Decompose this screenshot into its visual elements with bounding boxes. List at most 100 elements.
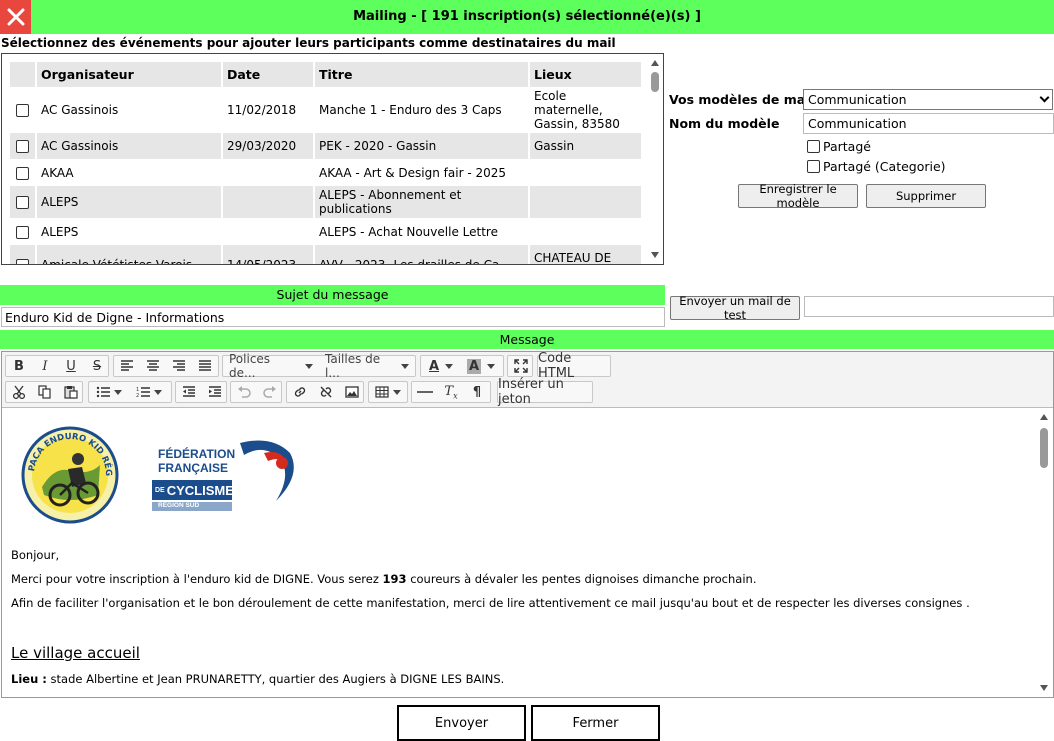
cell-titre: AVV - 2023- Les drailles de Ca... [314, 245, 530, 264]
editor-content[interactable]: PACA ENDURO KID RÉGION SUD FÉDÉRATION FR… [2, 408, 1053, 697]
test-email-input[interactable] [804, 296, 1054, 317]
scroll-up-arrow-icon[interactable] [1040, 414, 1048, 420]
header-checkbox-col [10, 62, 37, 87]
maximize-group [507, 355, 533, 377]
unlink-icon[interactable] [313, 382, 339, 402]
message-line-1: Merci pour votre inscription à l'enduro … [11, 572, 757, 586]
align-center-icon[interactable] [140, 356, 166, 376]
table-scrollbar[interactable] [649, 56, 661, 262]
italic-icon[interactable]: I [32, 356, 58, 376]
image-icon[interactable] [339, 382, 365, 402]
underline-icon[interactable]: U [58, 356, 84, 376]
editor-scrollbar[interactable] [1037, 410, 1051, 695]
background-color-button[interactable]: A [461, 356, 501, 376]
shared-category-checkbox-row[interactable]: Partagé (Categorie) [807, 159, 946, 174]
scroll-up-arrow-icon[interactable] [651, 60, 659, 66]
html-code-button[interactable]: Code HTML [538, 351, 610, 381]
ffc-logo-line2: FRANÇAISE [158, 461, 229, 475]
numbered-list-button[interactable]: 12 [129, 382, 169, 402]
close-button[interactable] [0, 0, 31, 34]
cell-date: 11/02/2018 [222, 87, 315, 133]
maximize-icon[interactable] [508, 356, 534, 376]
table-button[interactable] [369, 382, 407, 402]
shared-category-label: Partagé (Categorie) [823, 159, 946, 174]
align-right-icon[interactable] [166, 356, 192, 376]
caret-down-icon [401, 363, 409, 369]
row-checkbox[interactable] [16, 140, 29, 153]
ffc-logo-de: DE [155, 487, 165, 494]
shared-category-checkbox[interactable] [807, 160, 820, 173]
table-row[interactable]: AKAA AKAA - Art & Design fair - 2025 [10, 159, 643, 186]
cell-date: 14/05/2023 [222, 245, 315, 264]
scroll-thumb[interactable] [1040, 428, 1048, 468]
scroll-down-arrow-icon[interactable] [1040, 685, 1048, 691]
delete-model-button[interactable]: Supprimer [866, 184, 986, 208]
text-color-button[interactable]: A [421, 356, 461, 376]
cell-date [222, 186, 315, 218]
redo-icon[interactable] [257, 382, 283, 402]
insert-token-button[interactable]: Insérer un jeton [498, 377, 592, 407]
paragraph-icon[interactable]: ¶ [464, 382, 490, 402]
save-model-button[interactable]: Enregistrer le modèle [738, 182, 858, 210]
events-table-container[interactable]: Organisateur Date Titre Lieux AC Gassino… [1, 53, 664, 265]
indent-icon[interactable] [202, 382, 228, 402]
numbered-list-icon: 12 [136, 387, 150, 398]
table-row[interactable]: ALEPS ALEPS - Abonnement et publications [10, 186, 643, 218]
section-heading: Le village accueil [11, 644, 140, 662]
shared-checkbox[interactable] [807, 140, 820, 153]
undo-icon[interactable] [231, 382, 257, 402]
horizontal-rule-icon[interactable] [412, 382, 438, 402]
scroll-down-arrow-icon[interactable] [651, 252, 659, 258]
send-button[interactable]: Envoyer [397, 705, 526, 741]
models-label: Vos modèles de mails [669, 92, 822, 107]
bold-icon[interactable]: B [6, 356, 32, 376]
bullet-list-button[interactable] [89, 382, 129, 402]
svg-text:2: 2 [136, 393, 139, 398]
col-header-lieux[interactable]: Lieux [529, 62, 643, 87]
row-checkbox[interactable] [16, 104, 29, 117]
html-group: Code HTML [537, 351, 611, 381]
cell-titre: ALEPS - Abonnement et publications [314, 186, 530, 218]
shared-checkbox-row[interactable]: Partagé [807, 139, 871, 154]
history-group [230, 381, 282, 403]
cell-organisateur: AC Gassinois [36, 133, 223, 159]
row-checkbox[interactable] [16, 225, 29, 239]
subject-input[interactable] [1, 307, 665, 327]
cell-titre: Manche 1 - Enduro des 3 Caps [314, 87, 530, 133]
table-header-row: Organisateur Date Titre Lieux [10, 62, 643, 87]
table-row[interactable]: ALEPS ALEPS - Achat Nouvelle Lettre [10, 218, 643, 245]
clear-format-icon[interactable]: Tx [438, 382, 464, 402]
link-icon[interactable] [287, 382, 313, 402]
col-header-date[interactable]: Date [222, 62, 315, 87]
font-family-select[interactable]: Polices de... [223, 352, 319, 380]
cell-titre: AKAA - Art & Design fair - 2025 [314, 159, 530, 186]
model-name-input[interactable] [803, 113, 1054, 134]
send-test-mail-button[interactable]: Envoyer un mail de test [670, 294, 800, 322]
close-icon [7, 8, 24, 26]
table-row[interactable]: AC Gassinois 11/02/2018 Manche 1 - Endur… [10, 87, 643, 133]
strikethrough-icon[interactable]: S [84, 356, 110, 376]
runner-count: 193 [382, 572, 407, 586]
col-header-organisateur[interactable]: Organisateur [36, 62, 223, 87]
col-header-titre[interactable]: Titre [314, 62, 530, 87]
row-checkbox[interactable] [16, 259, 29, 264]
align-left-icon[interactable] [114, 356, 140, 376]
copy-icon[interactable] [32, 382, 58, 402]
scroll-thumb[interactable] [651, 72, 659, 92]
paste-icon[interactable] [58, 382, 84, 402]
clipboard-group [5, 381, 83, 403]
misc-group: Tx ¶ [411, 381, 491, 403]
row-checkbox[interactable] [16, 166, 29, 180]
outdent-icon[interactable] [176, 382, 202, 402]
ffc-logo: FÉDÉRATION FRANÇAISE DE CYCLISME RÉGION … [152, 435, 312, 515]
list-group: 12 [88, 381, 172, 403]
greeting-text: Bonjour, [11, 548, 60, 562]
model-select[interactable]: Communication [803, 89, 1053, 110]
row-checkbox[interactable] [16, 196, 29, 209]
close-dialog-button[interactable]: Fermer [531, 705, 660, 741]
table-row[interactable]: Amicale Vététistes Varois 14/05/2023 AVV… [10, 245, 643, 264]
cut-icon[interactable] [6, 382, 32, 402]
table-row[interactable]: AC Gassinois 29/03/2020 PEK - 2020 - Gas… [10, 133, 643, 159]
font-size-select[interactable]: Tailles de l... [319, 352, 415, 380]
align-justify-icon[interactable] [192, 356, 218, 376]
